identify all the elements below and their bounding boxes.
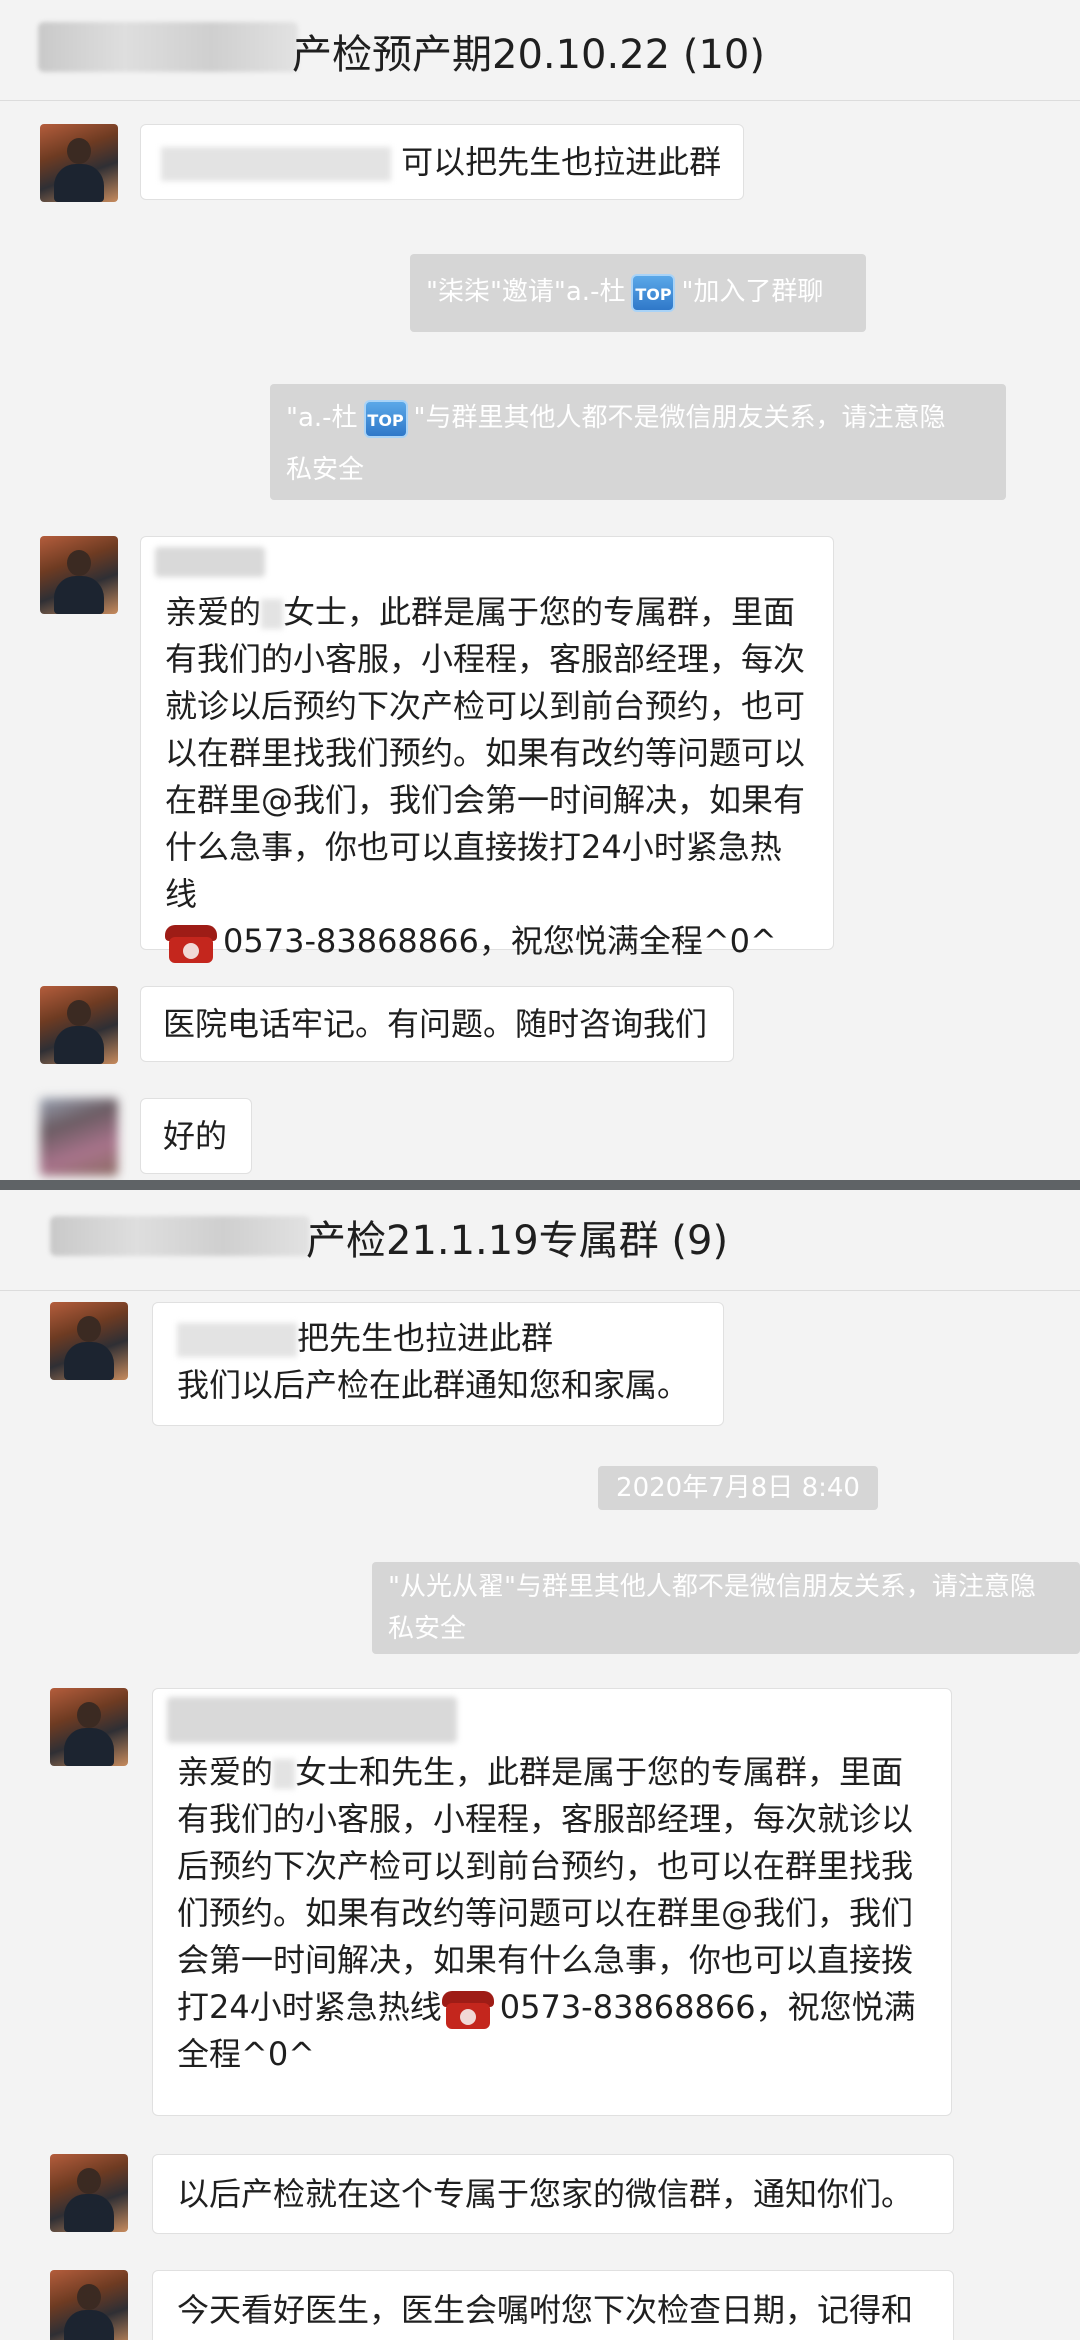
message-bubble[interactable]: 可以把先生也拉进此群 (140, 124, 744, 200)
message-bubble[interactable]: 今天看好医生，医生会嘱咐您下次检查日期，记得和 (152, 2270, 954, 2340)
blurred-name (261, 599, 284, 629)
message-text: 可以把先生也拉进此群 (401, 143, 722, 181)
message-bubble[interactable]: 把先生也拉进此群 我们以后产检在此群通知您和家属。 (152, 1302, 724, 1426)
system-message-invite: "柒柒"邀请"a.-杜 TOP "加入了群聊 (410, 254, 866, 332)
system-message-privacy: "a.-杜 TOP "与群里其他人都不是微信朋友关系，请注意隐 私安全 (270, 384, 1006, 500)
avatar[interactable] (40, 124, 118, 202)
top-icon: TOP (363, 399, 408, 438)
message-bubble-welcome[interactable]: 亲爱的 女士，此群是属于您的专属群，里面 有我们的小客服，小程程，客服部经理，每次… (140, 536, 834, 963)
avatar[interactable] (50, 1302, 128, 1380)
avatar[interactable] (50, 2270, 128, 2340)
avatar-blurred[interactable] (40, 1098, 118, 1176)
chat-header: 产检预产期20.10.22 (10) (0, 0, 1080, 101)
blurred-group-name (38, 22, 298, 72)
avatar[interactable] (50, 2154, 128, 2232)
message-bubble[interactable]: 以后产检就在这个专属于您家的微信群，通知你们。 (152, 2154, 954, 2234)
telephone-icon (441, 1989, 494, 2029)
blurred-group-name (50, 1216, 310, 1256)
avatar[interactable] (40, 536, 118, 614)
blurred-mention (177, 1323, 297, 1357)
blurred-sender-name (167, 1697, 457, 1743)
blurred-sender-name (155, 547, 265, 577)
blurred-mention (161, 147, 391, 181)
system-message-privacy: "从光从翟"与群里其他人都不是微信朋友关系，请注意隐 私安全 (372, 1562, 1080, 1654)
chat-screenshot-2: 产检21.1.19专属群 (9) 把先生也拉进此群 我们以后产检在此群通知您和家… (0, 1190, 1080, 2340)
avatar[interactable] (40, 986, 118, 1064)
message-bubble[interactable]: 医院电话牢记。有问题。随时咨询我们 (140, 986, 734, 1062)
telephone-icon (165, 923, 217, 963)
screenshot-divider (0, 1180, 1080, 1190)
timestamp: 2020年7月8日 8:40 (598, 1466, 878, 1510)
group-title[interactable]: 产检预产期20.10.22 (10) (292, 22, 765, 80)
top-icon: TOP (631, 273, 676, 312)
message-bubble-welcome[interactable]: 亲爱的 女士和先生，此群是属于您的专属群，里面 有我们的小客服，小程程，客服部经理… (152, 1688, 952, 2116)
group-title[interactable]: 产检21.1.19专属群 (9) (306, 1208, 728, 1266)
chat-screenshot-1: 产检预产期20.10.22 (10) 可以把先生也拉进此群 "柒柒"邀请"a.-… (0, 0, 1080, 1180)
chat-header: 产检21.1.19专属群 (9) (0, 1190, 1080, 1291)
blurred-name (273, 1759, 296, 1789)
message-bubble[interactable]: 好的 (140, 1098, 252, 1174)
avatar[interactable] (50, 1688, 128, 1766)
